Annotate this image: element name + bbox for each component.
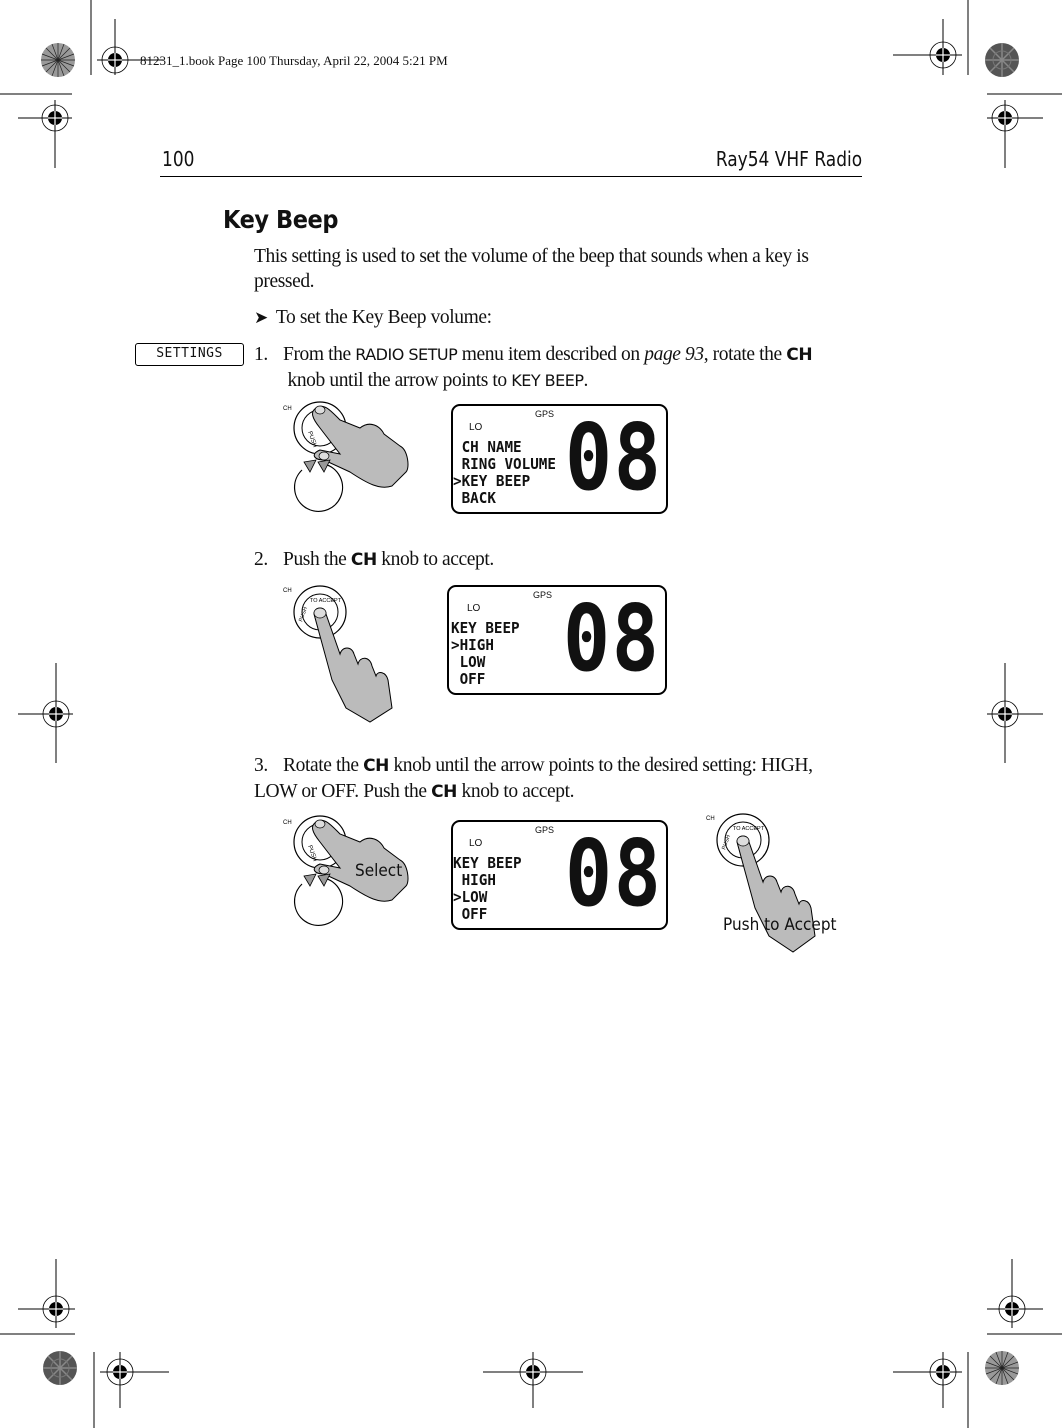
rotate-arrow-icon bbox=[293, 459, 344, 512]
lcd-gps-indicator: GPS bbox=[535, 825, 555, 835]
step-number: 1. bbox=[254, 344, 268, 365]
lcd-gps-indicator: GPS bbox=[535, 409, 555, 419]
starburst-mark-bottom-right bbox=[984, 1350, 1020, 1386]
lcd-gps-indicator: GPS bbox=[533, 590, 553, 600]
section-title: Key Beep bbox=[223, 205, 338, 234]
menu-ref-key-beep: KEY BEEP bbox=[511, 371, 584, 390]
step-number: 2. bbox=[254, 549, 268, 570]
lcd-menu-lines: KEY BEEP HIGH >LOW OFF bbox=[453, 854, 522, 923]
procedure-heading-text: To set the Key Beep volume: bbox=[275, 307, 492, 328]
lcd-menu-lines: KEY BEEP >HIGH LOW OFF bbox=[451, 619, 520, 688]
settings-button[interactable]: SETTINGS bbox=[135, 343, 244, 366]
ch-key-ref: CH bbox=[431, 782, 458, 802]
darkburst-mark-bottom-left bbox=[42, 1350, 78, 1386]
ch-key-ref: CH bbox=[350, 550, 377, 570]
step-3: 3. Rotate the CH knob until the arrow poi… bbox=[254, 755, 813, 802]
procedure-arrow-icon: ➤ bbox=[254, 308, 268, 328]
header-rule bbox=[160, 176, 862, 177]
lcd-display-3: GPS LO KEY BEEP HIGH >LOW OFF 08 bbox=[451, 820, 668, 930]
figure-1-rotate-knob: CH PUSH bbox=[283, 401, 409, 512]
lcd-channel-number: 08 bbox=[565, 404, 663, 511]
step-1: 1. From the RADIO SETUP menu item describ… bbox=[254, 344, 813, 391]
knob-ch-label: CH bbox=[283, 406, 292, 412]
svg-text:TO ACCEPT: TO ACCEPT bbox=[310, 598, 342, 604]
procedure-heading: ➤ To set the Key Beep volume: bbox=[254, 305, 492, 331]
lcd-menu-lines: CH NAME RING VOLUME >KEY BEEP BACK bbox=[453, 438, 556, 507]
lcd-display-1: GPS LO CH NAME RING VOLUME >KEY BEEP BAC… bbox=[451, 404, 668, 514]
lcd-channel-number: 08 bbox=[563, 585, 661, 692]
knob-ch-label: CH bbox=[283, 820, 292, 826]
figure-3-push-knob: CH TO ACCEPT PUSH bbox=[706, 813, 816, 953]
running-title: Ray54 VHF Radio bbox=[715, 147, 862, 171]
registration-marks bbox=[0, 0, 1062, 1428]
page-link[interactable]: page 93 bbox=[644, 344, 704, 365]
step-number: 3. bbox=[254, 755, 268, 776]
knob-ch-label: CH bbox=[706, 816, 715, 822]
lcd-lo-indicator: LO bbox=[467, 603, 481, 614]
push-to-accept-caption: Push to Accept bbox=[723, 915, 837, 935]
rotate-arrow-icon bbox=[293, 873, 344, 926]
step-2: 2. Push the CH knob to accept. bbox=[254, 549, 494, 570]
ch-key-ref: CH bbox=[786, 345, 813, 365]
knob-ch-label: CH bbox=[283, 588, 292, 594]
section-intro: This setting is used to set the volume o… bbox=[254, 246, 809, 292]
lcd-lo-indicator: LO bbox=[469, 422, 483, 433]
lcd-channel-number: 08 bbox=[565, 820, 663, 927]
print-slug: 81231_1.book Page 100 Thursday, April 22… bbox=[140, 53, 448, 68]
darkburst-mark-top-right bbox=[984, 42, 1020, 78]
lcd-display-2: GPS LO KEY BEEP >HIGH LOW OFF 08 bbox=[447, 585, 667, 695]
hand-icon bbox=[313, 607, 393, 723]
ch-key-ref: CH bbox=[363, 756, 389, 776]
lcd-lo-indicator: LO bbox=[469, 838, 483, 849]
menu-ref-radio-setup: RADIO SETUP bbox=[355, 345, 458, 364]
page-number: 100 bbox=[162, 147, 195, 171]
starburst-mark-top-left bbox=[40, 42, 76, 78]
svg-text:TO ACCEPT: TO ACCEPT bbox=[733, 826, 765, 832]
figure-2-push-knob: CH TO ACCEPT PUSH bbox=[283, 585, 393, 723]
select-caption: Select bbox=[355, 861, 403, 881]
